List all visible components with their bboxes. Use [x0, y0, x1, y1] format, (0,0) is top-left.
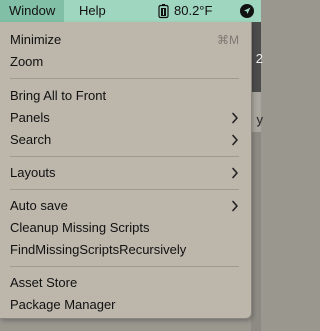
- menu-item-asset-store[interactable]: Asset Store: [0, 272, 251, 294]
- menu-item-label: Asset Store: [10, 275, 78, 290]
- shortcut-label: ⌘M: [217, 33, 239, 47]
- menu-separator: [10, 266, 239, 267]
- menu-item-label: Minimize: [10, 32, 62, 47]
- menu-item-panels[interactable]: Panels: [0, 107, 251, 129]
- menu-item-layouts[interactable]: Layouts: [0, 162, 251, 184]
- chevron-right-icon: [232, 167, 238, 179]
- menu-item-package-manager[interactable]: Package Manager: [0, 294, 251, 316]
- window-menu: Minimize ⌘M Zoom Bring All to Front Pane…: [0, 22, 252, 319]
- menu-item-label: Bring All to Front: [10, 88, 107, 103]
- menu-bar: Window Help 80.2°F: [0, 0, 261, 22]
- thermometer-battery-icon: [158, 3, 169, 19]
- background-window-strip: [251, 132, 261, 331]
- menu-item-auto-save[interactable]: Auto save: [0, 195, 251, 217]
- menu-separator: [10, 156, 239, 157]
- menu-separator: [10, 189, 239, 190]
- menu-item-bring-all-to-front[interactable]: Bring All to Front: [0, 85, 251, 107]
- menu-item-label: Auto save: [10, 198, 68, 213]
- menu-item-cleanup-missing-scripts[interactable]: Cleanup Missing Scripts: [0, 217, 251, 239]
- menu-item-label: Panels: [10, 110, 50, 125]
- menu-item-find-missing-scripts[interactable]: FindMissingScriptsRecursively: [0, 239, 251, 261]
- chevron-right-icon: [232, 112, 238, 124]
- menu-item-label: Cleanup Missing Scripts: [10, 220, 150, 235]
- menu-item-label: FindMissingScriptsRecursively: [10, 242, 187, 257]
- menu-separator: [10, 78, 239, 79]
- menu-item-zoom[interactable]: Zoom: [0, 51, 251, 73]
- menu-item-search[interactable]: Search: [0, 129, 251, 151]
- chevron-right-icon: [232, 200, 238, 212]
- menu-item-minimize[interactable]: Minimize ⌘M: [0, 29, 251, 51]
- menu-item-label: Layouts: [10, 165, 56, 180]
- background-text: y: [256, 112, 264, 127]
- temperature-status[interactable]: 80.2°F: [158, 0, 212, 22]
- chevron-right-icon: [232, 134, 238, 146]
- menubar-help[interactable]: Help: [70, 0, 115, 22]
- menu-item-label: Zoom: [10, 54, 44, 69]
- menubar-window[interactable]: Window: [0, 0, 65, 22]
- menu-item-label: Search: [10, 132, 52, 147]
- temperature-readout: 80.2°F: [174, 3, 213, 18]
- background-text: 2: [255, 51, 263, 66]
- location-arrow-icon[interactable]: [240, 4, 254, 18]
- menu-item-label: Package Manager: [10, 297, 116, 312]
